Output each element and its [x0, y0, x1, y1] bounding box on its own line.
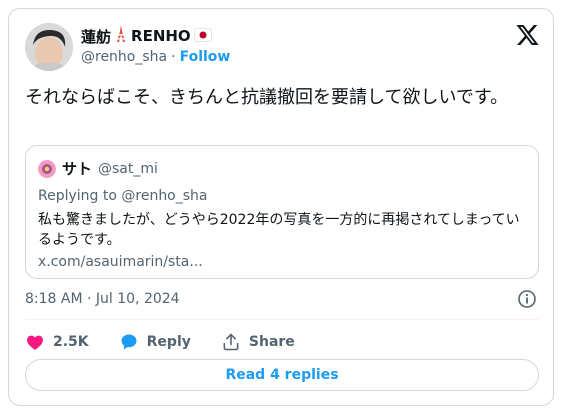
- separator-dot: ·: [171, 49, 176, 65]
- like-count: 2.5K: [53, 334, 89, 350]
- info-icon[interactable]: [517, 289, 537, 309]
- tweet-timestamp[interactable]: 8:18 AM · Jul 10, 2024: [25, 291, 180, 307]
- tokyo-tower-emoji-icon: [114, 25, 128, 47]
- share-label: Share: [248, 334, 295, 350]
- read-replies-button[interactable]: Read 4 replies: [25, 359, 539, 391]
- quoted-tweet[interactable]: サト @sat_mi Replying to @renho_sha 私も驚きまし…: [25, 145, 539, 279]
- divider: [25, 319, 539, 320]
- reply-label: Reply: [146, 334, 191, 350]
- quoted-text: 私も驚きましたが、どうやら2022年の写真を一方的に再掲されてしまっているようで…: [38, 212, 520, 248]
- quoted-author-row: サト @sat_mi: [38, 158, 158, 179]
- like-button[interactable]: 2.5K: [25, 332, 89, 352]
- read-replies-label: Read 4 replies: [225, 367, 339, 383]
- share-button[interactable]: Share: [221, 332, 295, 352]
- x-logo-icon[interactable]: [515, 23, 539, 47]
- tweet-text: それならばこそ、きちんと抗議撤回を要請して欲しいです。: [25, 87, 509, 108]
- action-bar: 2.5K Reply Share: [25, 327, 295, 357]
- quoted-link[interactable]: x.com/asauimarin/sta...: [38, 254, 203, 270]
- speech-bubble-icon: [119, 332, 139, 352]
- quoted-avatar[interactable]: [38, 159, 56, 178]
- japan-flag-emoji-icon: [193, 27, 212, 46]
- quoted-replying-to: Replying to @renho_sha: [38, 188, 208, 204]
- author-handle[interactable]: @renho_sha: [81, 49, 167, 65]
- share-upload-icon: [221, 332, 241, 352]
- author-name[interactable]: 蓮舫: [81, 26, 111, 47]
- quoted-author-name: サト: [62, 160, 93, 178]
- quoted-author-handle: @sat_mi: [98, 160, 158, 177]
- author-name-row[interactable]: 蓮舫 RENHO: [81, 25, 212, 47]
- author-handle-row: @renho_sha · Follow: [81, 49, 230, 65]
- author-name-suffix[interactable]: RENHO: [131, 27, 191, 45]
- avatar[interactable]: [25, 23, 73, 71]
- reply-button[interactable]: Reply: [119, 332, 191, 352]
- heart-icon: [25, 332, 45, 352]
- follow-button[interactable]: Follow: [180, 49, 231, 65]
- tweet-card: 蓮舫 RENHO @renho_sha · Follow それならばこそ、きちん…: [8, 8, 554, 406]
